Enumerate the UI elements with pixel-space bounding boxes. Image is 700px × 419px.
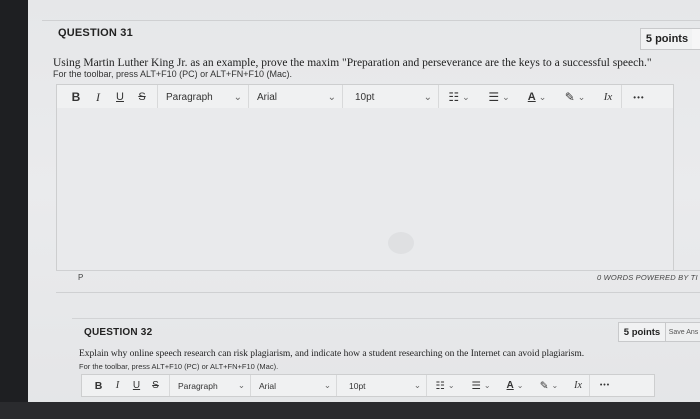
paragraph-format-value: Paragraph xyxy=(178,380,218,391)
font-size-value: 10pt xyxy=(349,380,366,391)
question-31-title: QUESTION 31 xyxy=(58,27,133,39)
font-size-value: 10pt xyxy=(355,91,375,103)
more-options-button[interactable]: ••• xyxy=(622,93,656,102)
numbered-list-icon: ☰ xyxy=(488,90,500,104)
bullet-list-button[interactable]: ☷ ⌄ xyxy=(439,90,479,104)
question-32-points: 5 points xyxy=(618,322,666,342)
clear-formatting-button[interactable]: Ix xyxy=(567,380,589,391)
chevron-down-icon: ⌄ xyxy=(483,381,491,390)
question-32-text: Explain why online speech research can r… xyxy=(79,349,585,359)
question-32-toolbar: B I U S Paragraph ⌄ Arial ⌄ 10pt ⌄ ☷ ⌄ ☰… xyxy=(81,374,655,397)
question-divider xyxy=(56,292,700,293)
question-31-toolbar-hint: For the toolbar, press ALT+F10 (PC) or A… xyxy=(53,69,293,79)
numbered-list-button[interactable]: ☰ ⌄ xyxy=(479,90,519,104)
strikethrough-button[interactable]: S xyxy=(146,380,165,391)
paragraph-format-value: Paragraph xyxy=(166,91,213,103)
paragraph-format-select[interactable]: Paragraph ⌄ xyxy=(157,85,249,109)
question-32-title: QUESTION 32 xyxy=(84,327,153,338)
bold-button[interactable]: B xyxy=(89,380,108,392)
text-color-icon: A xyxy=(506,380,514,391)
font-family-value: Arial xyxy=(259,380,277,391)
underline-button[interactable]: U xyxy=(127,380,146,391)
font-size-select[interactable]: 10pt ⌄ xyxy=(337,375,427,396)
bullet-list-button[interactable]: ☷ ⌄ xyxy=(427,380,463,392)
bold-button[interactable]: B xyxy=(65,90,87,104)
chevron-down-icon: ⌄ xyxy=(462,91,470,102)
question-31-editor[interactable] xyxy=(56,108,674,271)
question-31-save-stub[interactable] xyxy=(692,28,700,50)
chevron-down-icon: ⌄ xyxy=(447,381,455,390)
bottom-bezel xyxy=(0,402,700,419)
chevron-down-icon: ⌄ xyxy=(233,91,242,103)
chevron-down-icon: ⌄ xyxy=(551,381,559,390)
bullet-list-icon: ☷ xyxy=(448,90,460,104)
chevron-down-icon: ⌄ xyxy=(516,381,524,390)
more-options-button[interactable]: ••• xyxy=(590,382,620,389)
chevron-down-icon: ⌄ xyxy=(423,91,432,103)
chevron-down-icon: ⌄ xyxy=(327,91,336,103)
strikethrough-button[interactable]: S xyxy=(131,91,153,103)
highlight-pen-icon: ✎ xyxy=(539,379,549,392)
highlight-color-button[interactable]: ✎ ⌄ xyxy=(531,380,567,392)
italic-button[interactable]: I xyxy=(87,90,109,105)
question-31-toolbar: B I U S Paragraph ⌄ Arial ⌄ 10pt ⌄ ☷ ⌄ ☰… xyxy=(56,84,674,110)
question-31-text: Using Martin Luther King Jr. as an examp… xyxy=(53,57,652,69)
chevron-down-icon: ⌄ xyxy=(577,91,586,102)
question-31-points: 5 points xyxy=(640,28,694,50)
chevron-down-icon: ⌄ xyxy=(538,91,547,102)
paragraph-format-select[interactable]: Paragraph ⌄ xyxy=(169,375,251,396)
font-size-select[interactable]: 10pt ⌄ xyxy=(343,85,439,109)
bullet-list-icon: ☷ xyxy=(435,379,445,392)
font-family-select[interactable]: Arial ⌄ xyxy=(249,85,343,109)
text-color-icon: A xyxy=(527,91,536,103)
chevron-down-icon: ⌄ xyxy=(323,380,331,390)
text-color-button[interactable]: A ⌄ xyxy=(519,91,555,103)
highlight-color-button[interactable]: ✎ ⌄ xyxy=(555,90,595,104)
underline-button[interactable]: U xyxy=(109,91,131,103)
chevron-down-icon: ⌄ xyxy=(237,380,245,390)
font-family-select[interactable]: Arial ⌄ xyxy=(251,375,337,396)
numbered-list-icon: ☰ xyxy=(471,379,481,392)
clear-formatting-button[interactable]: Ix xyxy=(595,91,621,103)
screen-glare xyxy=(388,232,414,254)
italic-button[interactable]: I xyxy=(108,380,127,391)
question-32-toolbar-hint: For the toolbar, press ALT+F10 (PC) or A… xyxy=(79,362,279,371)
chevron-down-icon: ⌄ xyxy=(413,380,421,390)
numbered-list-button[interactable]: ☰ ⌄ xyxy=(463,380,499,392)
element-path: P xyxy=(78,273,84,282)
text-color-button[interactable]: A ⌄ xyxy=(499,380,531,391)
chevron-down-icon: ⌄ xyxy=(502,91,510,102)
highlight-pen-icon: ✎ xyxy=(564,90,575,104)
font-family-value: Arial xyxy=(257,91,278,103)
question-page: QUESTION 31 5 points Using Martin Luther… xyxy=(28,0,700,419)
editor-status-divider xyxy=(56,270,700,271)
word-count-status: 0 WORDS POWERED BY TI xyxy=(597,273,698,282)
save-answer-button[interactable]: Save Ans xyxy=(665,322,700,342)
